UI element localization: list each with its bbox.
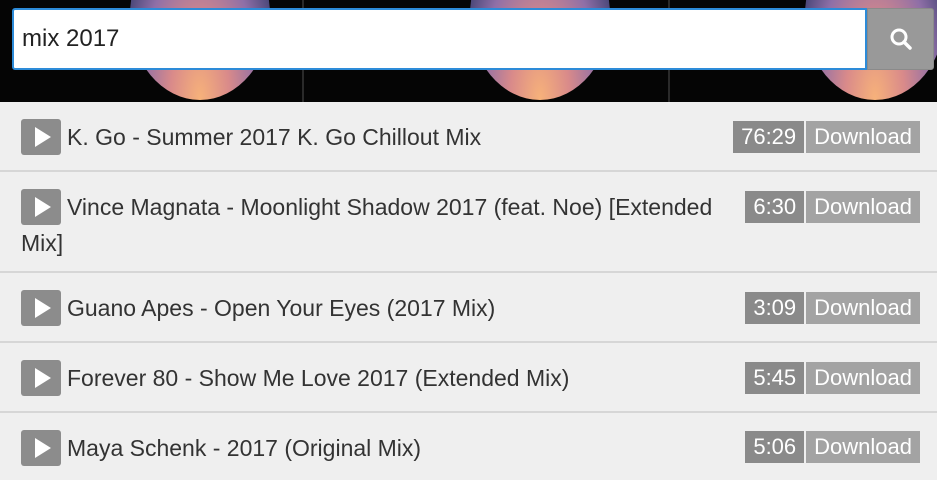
track-title: K. Go - Summer 2017 K. Go Chillout Mix xyxy=(67,124,482,150)
track-duration: 5:06 xyxy=(745,431,805,463)
search-input[interactable] xyxy=(12,8,867,70)
track-title: Vince Magnata - Moonlight Shadow 2017 (f… xyxy=(21,194,713,256)
list-item: Maya Schenk - 2017 (Original Mix) 5:06 D… xyxy=(0,413,937,480)
track-duration: 76:29 xyxy=(733,121,805,153)
track-actions: 76:29 Download xyxy=(733,121,920,153)
track-actions: 6:30 Download xyxy=(745,191,920,223)
download-button[interactable]: Download xyxy=(806,191,920,223)
track-title: Maya Schenk - 2017 (Original Mix) xyxy=(67,435,422,461)
search-icon xyxy=(890,28,912,50)
search-bar xyxy=(12,8,934,70)
download-button[interactable]: Download xyxy=(806,431,920,463)
download-button[interactable]: Download xyxy=(806,362,920,394)
list-item: Guano Apes - Open Your Eyes (2017 Mix) 3… xyxy=(0,273,937,343)
list-item: Vince Magnata - Moonlight Shadow 2017 (f… xyxy=(0,172,937,273)
track-title: Forever 80 - Show Me Love 2017 (Extended… xyxy=(67,365,570,391)
track-title: Guano Apes - Open Your Eyes (2017 Mix) xyxy=(67,295,496,321)
track-duration: 6:30 xyxy=(745,191,805,223)
track-duration: 3:09 xyxy=(745,292,805,324)
track-actions: 3:09 Download xyxy=(745,292,920,324)
results-list: K. Go - Summer 2017 K. Go Chillout Mix 7… xyxy=(0,102,937,480)
list-item: Forever 80 - Show Me Love 2017 (Extended… xyxy=(0,343,937,413)
download-button[interactable]: Download xyxy=(806,121,920,153)
track-actions: 5:06 Download xyxy=(745,431,920,463)
track-actions: 5:45 Download xyxy=(745,362,920,394)
search-button[interactable] xyxy=(867,8,934,70)
download-button[interactable]: Download xyxy=(806,292,920,324)
list-item: K. Go - Summer 2017 K. Go Chillout Mix 7… xyxy=(0,102,937,172)
track-duration: 5:45 xyxy=(745,362,805,394)
